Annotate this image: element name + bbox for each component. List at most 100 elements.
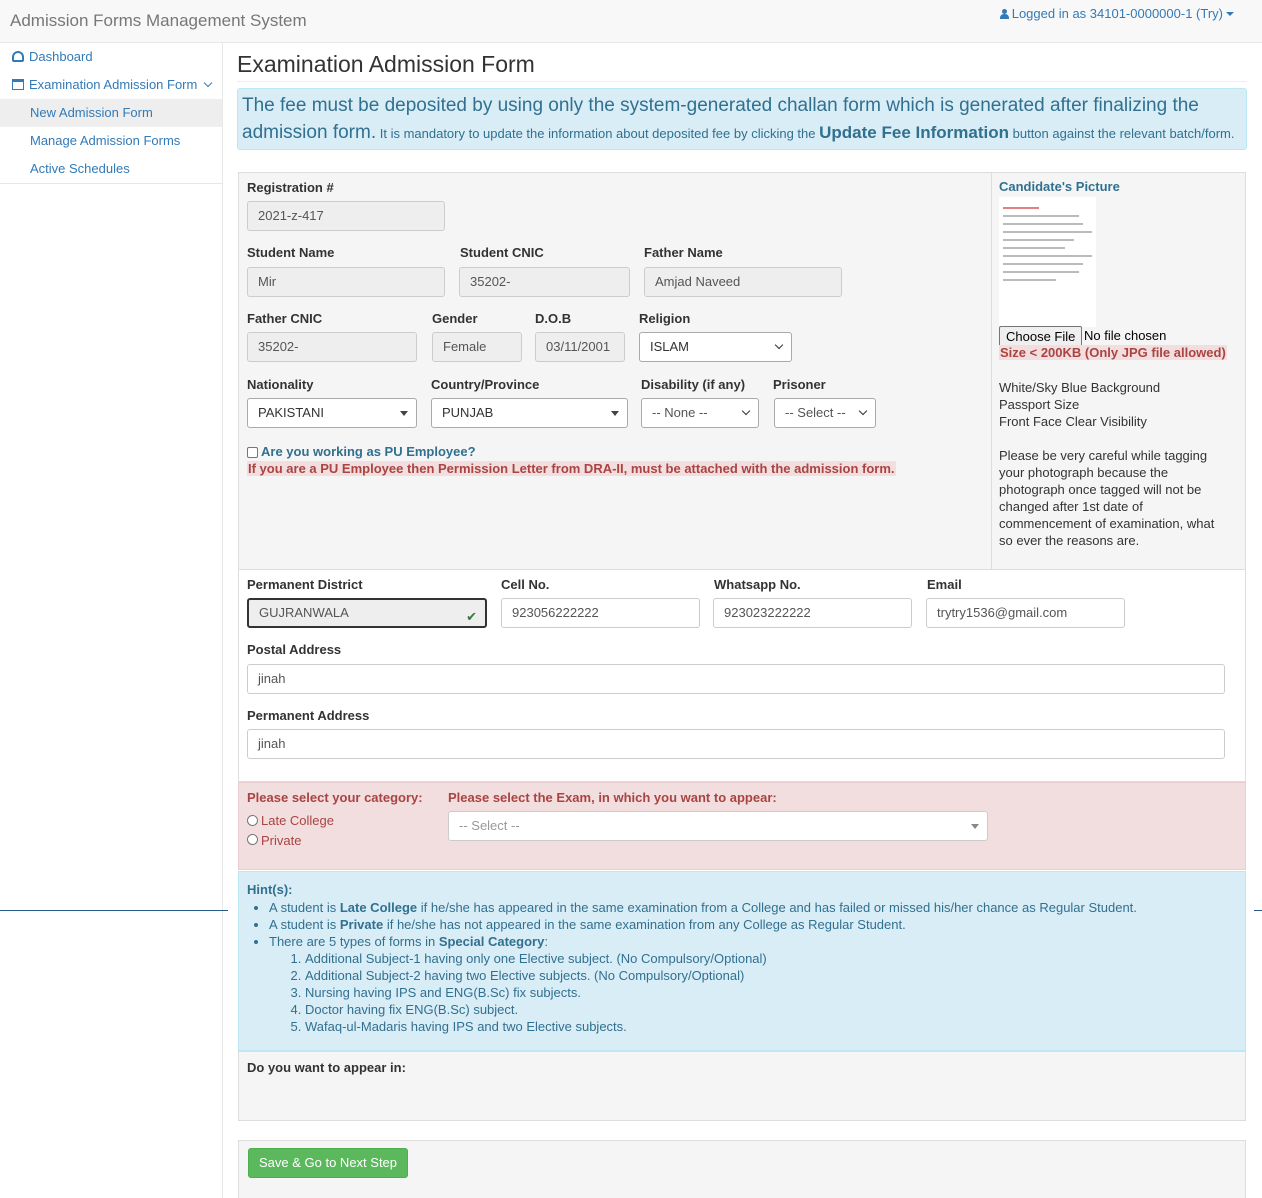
sidebar-item-label: Manage Admission Forms [30, 133, 181, 148]
disability-value: -- None -- [652, 405, 708, 420]
caret-down-icon [1226, 12, 1234, 16]
picture-warning-note: Please be very careful while tagging you… [999, 448, 1215, 548]
student-cnic-label: Student CNIC [460, 245, 544, 260]
permanent-address-field[interactable]: jinah [247, 729, 1225, 759]
sidebar-item-label: Examination Admission Form [29, 77, 198, 92]
app-title[interactable]: Admission Forms Management System [10, 11, 307, 31]
exam-value: -- Select -- [459, 818, 520, 833]
sidebar-item-label: New Admission Form [30, 105, 153, 120]
prisoner-select[interactable]: -- Select -- [774, 398, 876, 428]
exam-select[interactable]: -- Select -- [448, 811, 988, 841]
father-cnic-field[interactable]: 35202- [247, 332, 417, 362]
sidebar-item-new-admission-form[interactable]: New Admission Form [0, 99, 222, 127]
gender-field[interactable]: Female [432, 332, 522, 362]
postal-address-field[interactable]: jinah [247, 664, 1225, 694]
pu-employee-warning: If you are a PU Employee then Permission… [247, 461, 896, 476]
nationality-value: PAKISTANI [258, 405, 324, 420]
category-panel: Please select your category: Late Colleg… [238, 782, 1246, 870]
hints-panel: Hint(s): A student is Late College if he… [238, 871, 1246, 1051]
district-value: GUJRANWALA [259, 605, 349, 620]
chevron-down-icon [741, 406, 751, 416]
whatsapp-label: Whatsapp No. [714, 577, 801, 592]
sidebar-divider [0, 183, 223, 184]
top-navbar: Admission Forms Management System Logged… [0, 0, 1262, 43]
nationality-select[interactable]: PAKISTANI [247, 398, 417, 428]
cell-field[interactable]: 923056222222 [501, 598, 700, 628]
list-item: Doctor having fix ENG(B.Sc) subject. [305, 1001, 1229, 1018]
actions-panel: Save & Go to Next Step [238, 1140, 1246, 1198]
pu-employee-checkbox[interactable] [247, 447, 258, 458]
religion-label: Religion [639, 311, 691, 326]
list-item: Additional Subject-1 having only one Ele… [305, 950, 1229, 967]
prisoner-label: Prisoner [773, 377, 826, 392]
sidebar-item-label: Dashboard [29, 49, 93, 64]
notice-sub-text: It is mandatory to update the informatio… [379, 126, 816, 141]
permanent-address-label: Permanent Address [247, 708, 370, 723]
picture-requirement: White/Sky Blue Background [999, 380, 1161, 395]
picture-requirement: Front Face Clear Visibility [999, 414, 1147, 429]
country-select[interactable]: PUNJAB [431, 398, 628, 428]
father-cnic-label: Father CNIC [247, 311, 323, 326]
contact-info-panel: Permanent District GUJRANWALA ✔ Cell No.… [238, 570, 1246, 782]
list-item: A student is Private if he/she has not a… [269, 916, 1229, 933]
category-label: Please select your category: [247, 790, 423, 805]
dob-field[interactable]: 03/11/2001 [535, 332, 625, 362]
sidebar-item-examination-admission-form[interactable]: Examination Admission Form [0, 71, 222, 99]
check-icon: ✔ [466, 609, 477, 624]
chevron-down-icon [204, 78, 213, 88]
chevron-down-icon [774, 340, 784, 350]
email-field[interactable]: trytry1536@gmail.com [926, 598, 1125, 628]
choose-file-button[interactable]: Choose File [999, 326, 1083, 347]
list-item: There are 5 types of forms in Special Ca… [269, 933, 1229, 1035]
picture-requirement: Passport Size [999, 397, 1080, 412]
list-item: Nursing having IPS and ENG(B.Sc) fix sub… [305, 984, 1229, 1001]
user-label: Logged in as 34101-0000000-1 (Try) [1011, 6, 1223, 21]
sidebar-item-dashboard[interactable]: Dashboard [0, 43, 222, 71]
title-divider [237, 81, 1247, 82]
sidebar: Dashboard Examination Admission Form New… [0, 43, 223, 1198]
page-title: Examination Admission Form [237, 51, 535, 77]
student-name-field[interactable]: Mir [247, 267, 445, 297]
cell-label: Cell No. [501, 577, 550, 592]
save-next-button[interactable]: Save & Go to Next Step [248, 1148, 409, 1178]
registration-label: Registration # [247, 180, 334, 195]
student-cnic-field[interactable]: 35202- [459, 267, 630, 297]
father-name-label: Father Name [644, 245, 723, 260]
list-item: A student is Late College if he/she has … [269, 899, 1229, 916]
notice-sub-text-end: button against the relevant batch/form. [1012, 126, 1235, 141]
late-college-radio[interactable] [247, 815, 258, 826]
file-size-warning: Size < 200KB (Only JPG file allowed) [999, 345, 1227, 360]
candidate-picture-title: Candidate's Picture [999, 179, 1120, 194]
private-label[interactable]: Private [261, 833, 301, 848]
appear-label: Do you want to appear in: [247, 1060, 406, 1075]
district-select[interactable]: GUJRANWALA ✔ [247, 598, 487, 628]
personal-info-panel: Registration # 2021-z-417 Student Name M… [238, 172, 1246, 570]
divider [0, 910, 228, 911]
candidate-picture-preview [999, 197, 1096, 327]
nationality-label: Nationality [247, 377, 314, 392]
sidebar-item-manage-admission-forms[interactable]: Manage Admission Forms [0, 127, 222, 155]
religion-select[interactable]: ISLAM [639, 332, 792, 362]
whatsapp-field[interactable]: 923023222222 [713, 598, 912, 628]
email-label: Email [927, 577, 962, 592]
disability-label: Disability (if any) [641, 377, 746, 392]
caret-down-icon [400, 411, 408, 416]
user-menu[interactable]: Logged in as 34101-0000000-1 (Try) [999, 6, 1234, 21]
sidebar-item-active-schedules[interactable]: Active Schedules [0, 155, 222, 183]
caret-down-icon [611, 411, 619, 416]
list-item: Additional Subject-2 having two Elective… [305, 967, 1229, 984]
father-name-field[interactable]: Amjad Naveed [644, 267, 842, 297]
disability-select[interactable]: -- None -- [641, 398, 759, 428]
registration-field[interactable]: 2021-z-417 [247, 201, 445, 231]
student-name-label: Student Name [247, 245, 335, 260]
notice-bold-text: Update Fee Information [819, 123, 1009, 142]
user-icon [999, 9, 1009, 19]
private-radio[interactable] [247, 834, 258, 845]
pu-employee-label[interactable]: Are you working as PU Employee? [261, 444, 476, 459]
district-label: Permanent District [247, 577, 363, 592]
fee-notice: The fee must be deposited by using only … [237, 88, 1247, 150]
late-college-label[interactable]: Late College [261, 813, 334, 828]
divider [1254, 910, 1262, 911]
hints-list: A student is Late College if he/she has … [269, 899, 1229, 1035]
dashboard-icon [12, 51, 24, 62]
